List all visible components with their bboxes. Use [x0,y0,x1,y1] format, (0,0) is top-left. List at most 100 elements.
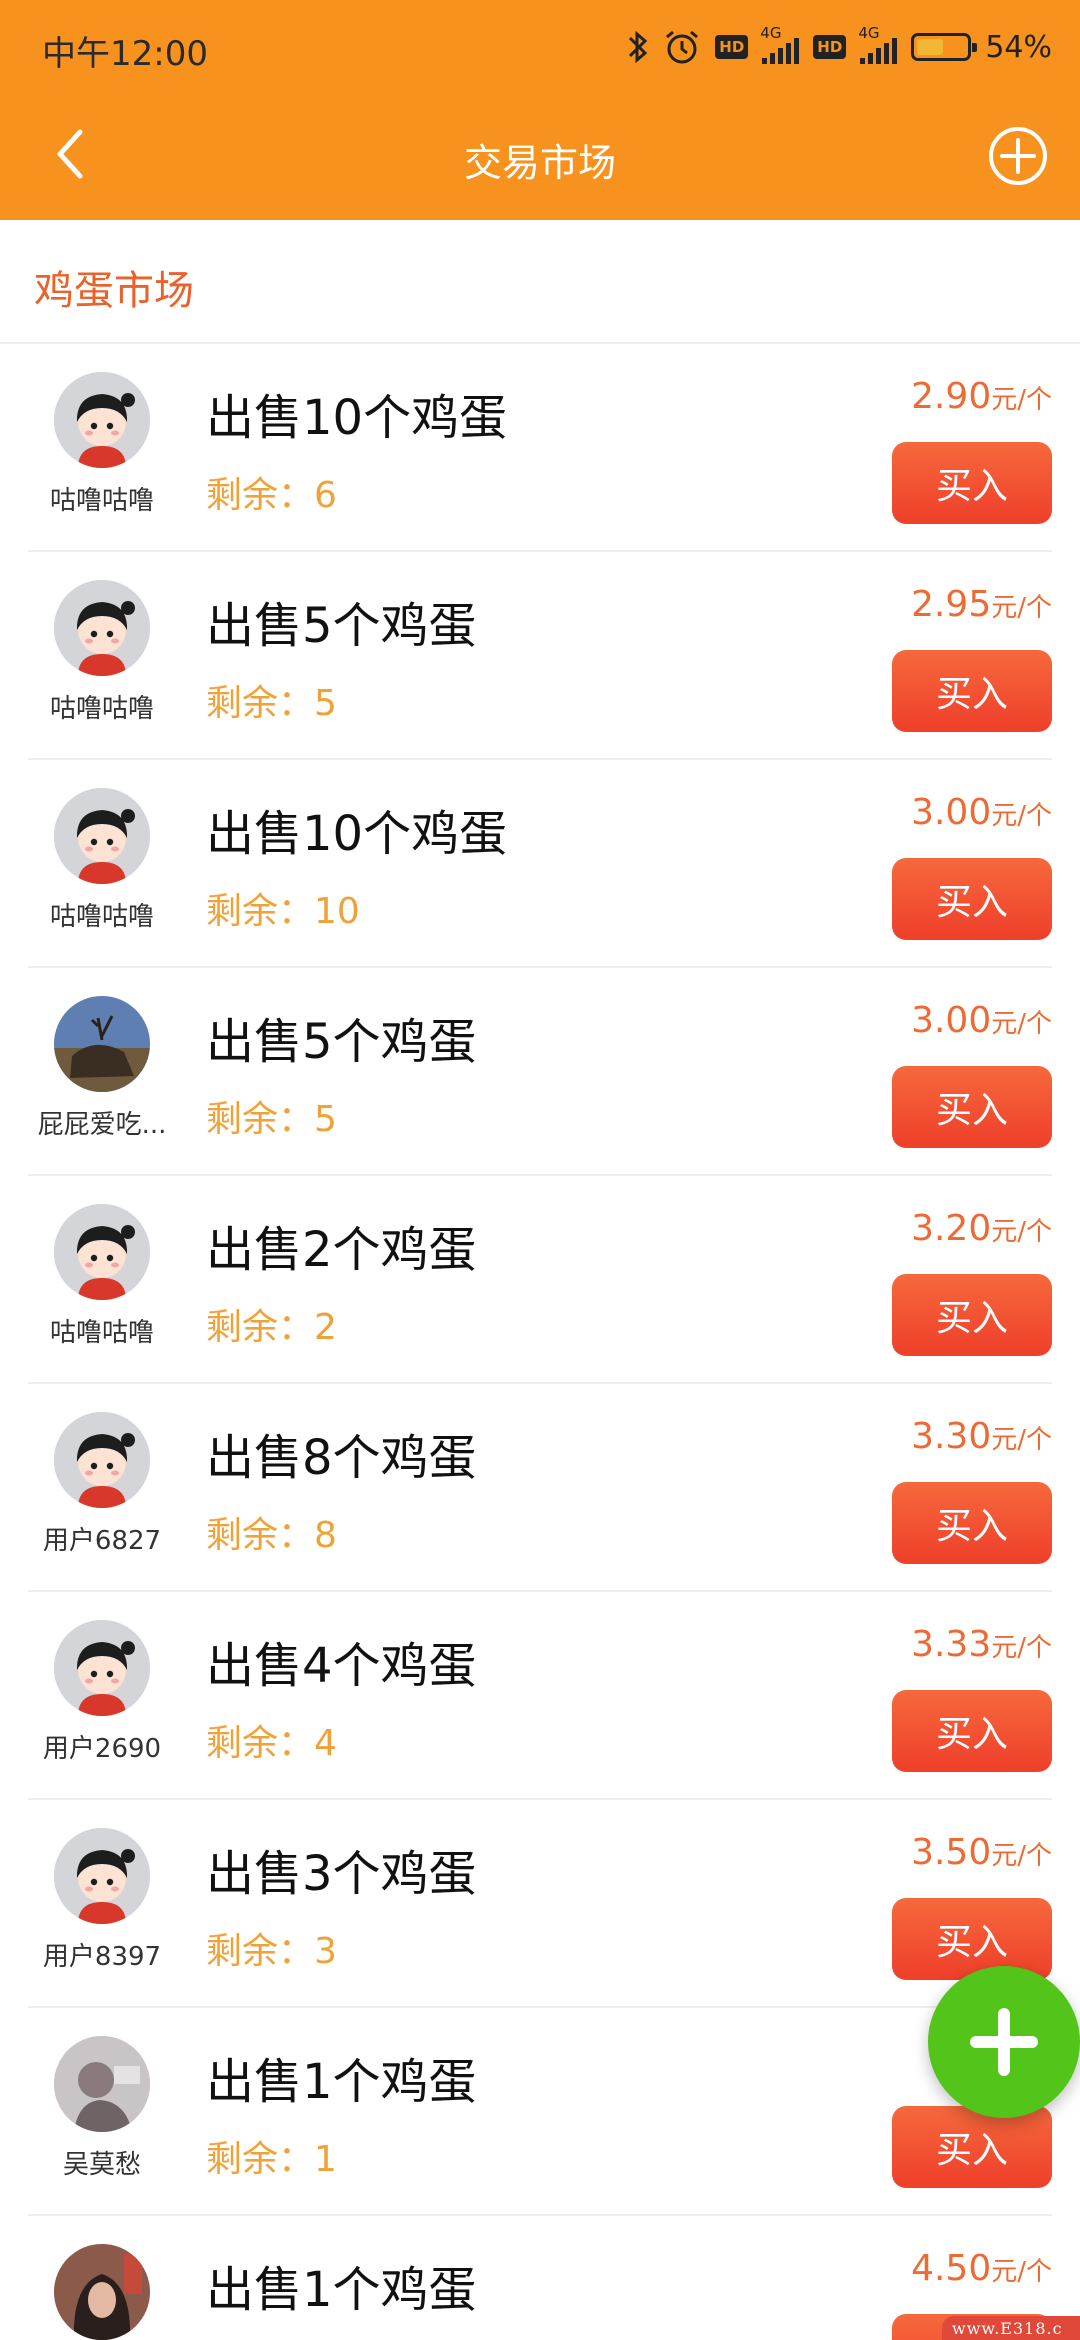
seller-name: 咕噜咕噜 [49,486,154,516]
price-unit: 元/个 [991,1841,1052,1871]
price-value: 3.33 [911,1624,992,1665]
listing-title: 出售1个鸡蛋 [206,2262,477,2318]
price-value: 4.50 [911,2248,992,2289]
seller-avatar[interactable] [54,788,150,884]
listing-title: 出售3个鸡蛋 [206,1846,477,1902]
price: 3.00元/个 [911,1000,1052,1041]
buy-button[interactable]: 买入 [892,1690,1052,1772]
remaining-count: 剩余：10 [206,891,360,932]
floating-add-button[interactable] [928,1966,1080,2118]
buy-button[interactable]: 买入 [892,1898,1052,1980]
signal-icon: 4G [760,24,800,64]
section-title: 鸡蛋市场 [34,268,194,314]
status-icons: HD 4G HD 4G 54% [627,22,1052,72]
price: 4.50元/个 [911,2248,1052,2289]
remaining-count: 剩余：6 [206,475,337,516]
trading-market-screen: 中午12:00 HD 4G HD 4G 54% 交易市场 鸡蛋市场 咕噜咕噜 出… [0,0,1080,2340]
price-value: 3.20 [911,1208,992,1249]
listing-row: 吴莫愁 出售1个鸡蛋 剩余：1 4.元/个 买入 [0,2008,1080,2216]
price-unit: 元/个 [991,593,1052,623]
plus-circle-icon [989,127,1047,185]
buy-button[interactable]: 买入 [892,858,1052,940]
listing-row: 咕噜咕噜 出售10个鸡蛋 剩余：6 2.90元/个 买入 [0,344,1080,552]
remaining-count: 剩余：2 [206,1307,337,1348]
plus-icon [970,2008,1038,2076]
price: 3.20元/个 [911,1208,1052,1249]
price-value: 2.95 [911,584,992,625]
battery-icon [911,33,978,61]
status-bar: 中午12:00 HD 4G HD 4G 54% [0,0,1080,96]
seller-name: 用户2690 [42,1734,162,1764]
price-unit: 元/个 [991,2257,1052,2287]
listing-title: 出售5个鸡蛋 [206,1014,477,1070]
seller-avatar[interactable] [54,1204,150,1300]
price-unit: 元/个 [991,1009,1052,1039]
listing-row: 屁屁爱吃... 出售5个鸡蛋 剩余：5 3.00元/个 买入 [0,968,1080,1176]
alarm-icon [663,28,701,66]
bluetooth-icon [627,29,649,65]
price: 2.90元/个 [911,376,1052,417]
seller-name: 用户6827 [42,1526,162,1556]
seller-name: 咕噜咕噜 [49,694,154,724]
listing-title: 出售4个鸡蛋 [206,1638,477,1694]
listing-row: 用户6827 出售8个鸡蛋 剩余：8 3.30元/个 买入 [0,1384,1080,1592]
listing-row: 咕噜咕噜 出售10个鸡蛋 剩余：10 3.00元/个 买入 [0,760,1080,968]
watermark-text: www.E318.c [952,2319,1063,2338]
price: 2.95元/个 [911,584,1052,625]
remaining-count: 剩余：8 [206,1515,337,1556]
network-type: 4G [858,24,880,42]
seller-name: 咕噜咕噜 [49,1318,154,1348]
seller-avatar[interactable] [54,1620,150,1716]
title-bar: 交易市场 [0,96,1080,220]
listing-row: 咕噜咕噜 出售5个鸡蛋 剩余：5 2.95元/个 买入 [0,552,1080,760]
seller-name: 吴莫愁 [62,2150,141,2180]
hd-badge: HD [715,35,749,59]
listing-title: 出售10个鸡蛋 [206,806,508,862]
watermark: www.E318.c [942,2316,1080,2340]
price: 3.00元/个 [911,792,1052,833]
add-listing-button[interactable] [986,124,1050,188]
price: 3.33元/个 [911,1624,1052,1665]
listing-title: 出售1个鸡蛋 [206,2054,477,2110]
remaining-count: 剩余：3 [206,1931,337,1972]
listing-title: 出售8个鸡蛋 [206,1430,477,1486]
buy-button[interactable]: 买入 [892,1274,1052,1356]
buy-button[interactable]: 买入 [892,1066,1052,1148]
price-value: 3.00 [911,1000,992,1041]
buy-button[interactable]: 买入 [892,650,1052,732]
hd-badge: HD [813,35,847,59]
seller-name: 用户8397 [42,1942,162,1972]
listing-row: 出售1个鸡蛋 4.50元/个 买入 [0,2216,1080,2340]
remaining-count: 剩余：4 [206,1723,337,1764]
listing-list: 咕噜咕噜 出售10个鸡蛋 剩余：6 2.90元/个 买入 咕噜咕噜 出售5个鸡蛋… [0,344,1080,2340]
signal-icon: 4G [858,24,898,64]
price: 3.50元/个 [911,1832,1052,1873]
seller-avatar[interactable] [54,580,150,676]
page-title: 交易市场 [463,141,616,185]
price-unit: 元/个 [991,385,1052,415]
seller-avatar[interactable] [54,2036,150,2132]
price-value: 2.90 [911,376,992,417]
listing-row: 咕噜咕噜 出售2个鸡蛋 剩余：2 3.20元/个 买入 [0,1176,1080,1384]
buy-button[interactable]: 买入 [892,1482,1052,1564]
seller-avatar[interactable] [54,996,150,1092]
network-type: 4G [760,24,782,42]
listing-row: 用户2690 出售4个鸡蛋 剩余：4 3.33元/个 买入 [0,1592,1080,1800]
price: 3.30元/个 [911,1416,1052,1457]
remaining-count: 剩余：5 [206,1099,337,1140]
listing-title: 出售10个鸡蛋 [206,390,508,446]
seller-avatar[interactable] [54,1828,150,1924]
seller-avatar[interactable] [54,2244,150,2340]
seller-avatar[interactable] [54,372,150,468]
remaining-count: 剩余：5 [206,683,337,724]
price-unit: 元/个 [991,1425,1052,1455]
price-value: 3.00 [911,792,992,833]
price-unit: 元/个 [991,1217,1052,1247]
buy-button[interactable]: 买入 [892,2106,1052,2188]
seller-avatar[interactable] [54,1412,150,1508]
status-time: 中午12:00 [42,34,208,74]
battery-percent: 54% [985,29,1052,65]
seller-name: 咕噜咕噜 [49,902,154,932]
app-header: 中午12:00 HD 4G HD 4G 54% 交易市场 [0,0,1080,220]
buy-button[interactable]: 买入 [892,442,1052,524]
